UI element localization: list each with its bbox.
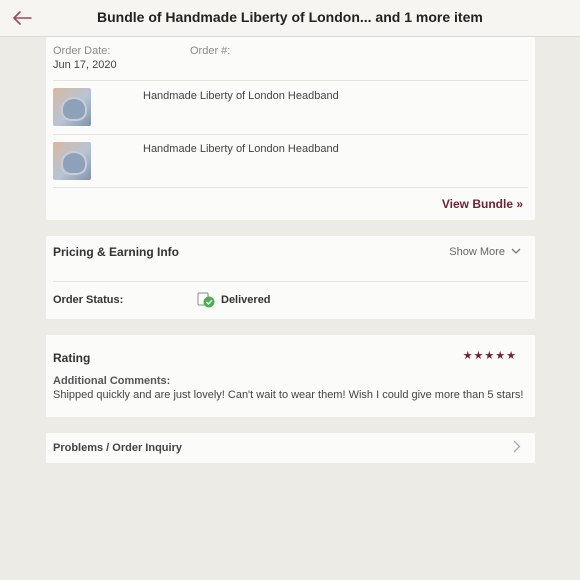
order-status-label: Order Status: bbox=[53, 294, 124, 306]
star-rating: ★★★★★ bbox=[462, 350, 517, 362]
view-bundle-link[interactable]: View Bundle » bbox=[442, 197, 523, 211]
order-items-card: Order Date: Order #: Jun 17, 2020 Handma… bbox=[46, 37, 535, 220]
show-more-label: Show More bbox=[449, 246, 505, 258]
pricing-card: Pricing & Earning Info Show More Order S… bbox=[46, 236, 535, 319]
rating-title: Rating bbox=[53, 351, 91, 365]
problems-order-inquiry-row[interactable]: Problems / Order Inquiry bbox=[46, 433, 535, 463]
header-bar: Bundle of Handmade Liberty of London... … bbox=[0, 0, 580, 37]
page-title: Bundle of Handmade Liberty of London... … bbox=[97, 9, 483, 25]
order-number-label: Order #: bbox=[190, 45, 231, 57]
order-status-value: Delivered bbox=[221, 294, 271, 306]
item-name[interactable]: Handmade Liberty of London Headband bbox=[143, 143, 339, 155]
chevron-right-icon bbox=[513, 440, 521, 456]
divider bbox=[53, 134, 528, 135]
order-date-label: Order Date: bbox=[53, 45, 111, 57]
item-thumbnail[interactable] bbox=[53, 142, 91, 180]
problems-label: Problems / Order Inquiry bbox=[53, 442, 182, 454]
item-name[interactable]: Handmade Liberty of London Headband bbox=[143, 90, 339, 102]
comments-text: Shipped quickly and are just lovely! Can… bbox=[53, 389, 524, 401]
divider bbox=[53, 281, 528, 282]
show-more-button[interactable]: Show More bbox=[449, 246, 521, 258]
divider bbox=[53, 80, 528, 81]
comments-label: Additional Comments: bbox=[53, 375, 171, 387]
delivered-check-icon bbox=[196, 291, 216, 308]
pricing-title: Pricing & Earning Info bbox=[53, 245, 180, 259]
order-date-value: Jun 17, 2020 bbox=[53, 59, 117, 71]
rating-card: Rating ★★★★★ Additional Comments: Shippe… bbox=[46, 335, 535, 417]
chevron-down-icon bbox=[508, 246, 521, 258]
item-thumbnail[interactable] bbox=[53, 88, 91, 126]
arrow-left-icon[interactable] bbox=[9, 6, 35, 30]
divider bbox=[53, 187, 528, 188]
